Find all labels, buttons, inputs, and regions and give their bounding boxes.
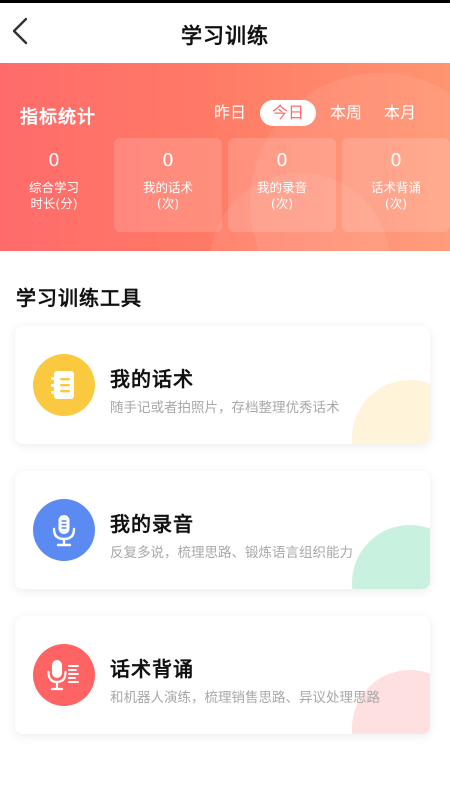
stat-label-line: (次) (156, 196, 180, 211)
stat-label-line: 时长(分) (30, 196, 78, 211)
microphone-icon (52, 515, 76, 547)
stat-row: 0 综合学习 时长(分) 0 我的话术 (次) 0 我的录音 (次) 0 话术背… (0, 138, 450, 232)
stat-label: 我的录音 (次) (228, 180, 336, 212)
stat-my-scripts[interactable]: 0 我的话术 (次) (114, 138, 222, 232)
stat-value: 0 (162, 150, 174, 171)
tab-this-week[interactable]: 本周 (322, 100, 370, 126)
stat-value: 0 (276, 150, 288, 171)
stats-title: 指标统计 (20, 107, 96, 128)
header: 学习训练 (0, 3, 450, 61)
stat-label-line: 我的录音 (256, 180, 307, 195)
stats-banner: 指标统计 昨日 今日 本周 本月 0 综合学习 时长(分) 0 我的话术 (次)… (0, 63, 450, 251)
notebook-icon (51, 371, 74, 399)
card-decoration-ring (334, 363, 430, 444)
stat-value: 0 (48, 150, 60, 171)
stat-label-line: 话术背诵 (370, 180, 421, 195)
tool-card-my-recordings[interactable]: 我的录音 反复多说，梳理思路、锻炼语言组织能力 (15, 471, 430, 589)
tab-today[interactable]: 今日 (259, 100, 316, 126)
stat-label-line: 我的话术 (142, 180, 193, 195)
tool-name: 我的录音 (110, 512, 194, 536)
period-tabs: 昨日 今日 本周 本月 (206, 100, 424, 126)
tab-this-month[interactable]: 本月 (376, 100, 424, 126)
stat-value: 0 (390, 150, 402, 171)
page-title: 学习训练 (181, 24, 269, 48)
tool-description: 和机器人演练，梳理销售思路、异议处理思路 (110, 690, 380, 706)
stat-label-line: (次) (270, 196, 294, 211)
tool-name: 话术背诵 (110, 657, 194, 681)
stat-label: 我的话术 (次) (114, 180, 222, 212)
tool-card-my-scripts[interactable]: 我的话术 随手记或者拍照片，存档整理优秀话术 (15, 326, 430, 444)
tool-name: 我的话术 (110, 367, 194, 391)
tool-icon-bg (33, 354, 95, 416)
stat-my-recordings[interactable]: 0 我的录音 (次) (228, 138, 336, 232)
voice-record-icon (47, 660, 79, 691)
stat-label: 话术背诵 (次) (342, 180, 450, 212)
stat-script-recitation[interactable]: 0 话术背诵 (次) (342, 138, 450, 232)
stat-label-line: 综合学习 (28, 180, 79, 195)
section-title: 学习训练工具 (16, 286, 142, 310)
tool-description: 随手记或者拍照片，存档整理优秀话术 (110, 400, 340, 416)
tool-icon-bg (33, 644, 95, 706)
stat-label-line: (次) (384, 196, 408, 211)
stat-study-duration[interactable]: 0 综合学习 时长(分) (0, 138, 108, 232)
tool-description: 反复多说，梳理思路、锻炼语言组织能力 (110, 545, 353, 561)
tool-icon-bg (33, 499, 95, 561)
tab-yesterday[interactable]: 昨日 (206, 100, 254, 126)
stat-label: 综合学习 时长(分) (0, 180, 108, 212)
tool-card-script-recitation[interactable]: 话术背诵 和机器人演练，梳理销售思路、异议处理思路 (15, 616, 430, 734)
